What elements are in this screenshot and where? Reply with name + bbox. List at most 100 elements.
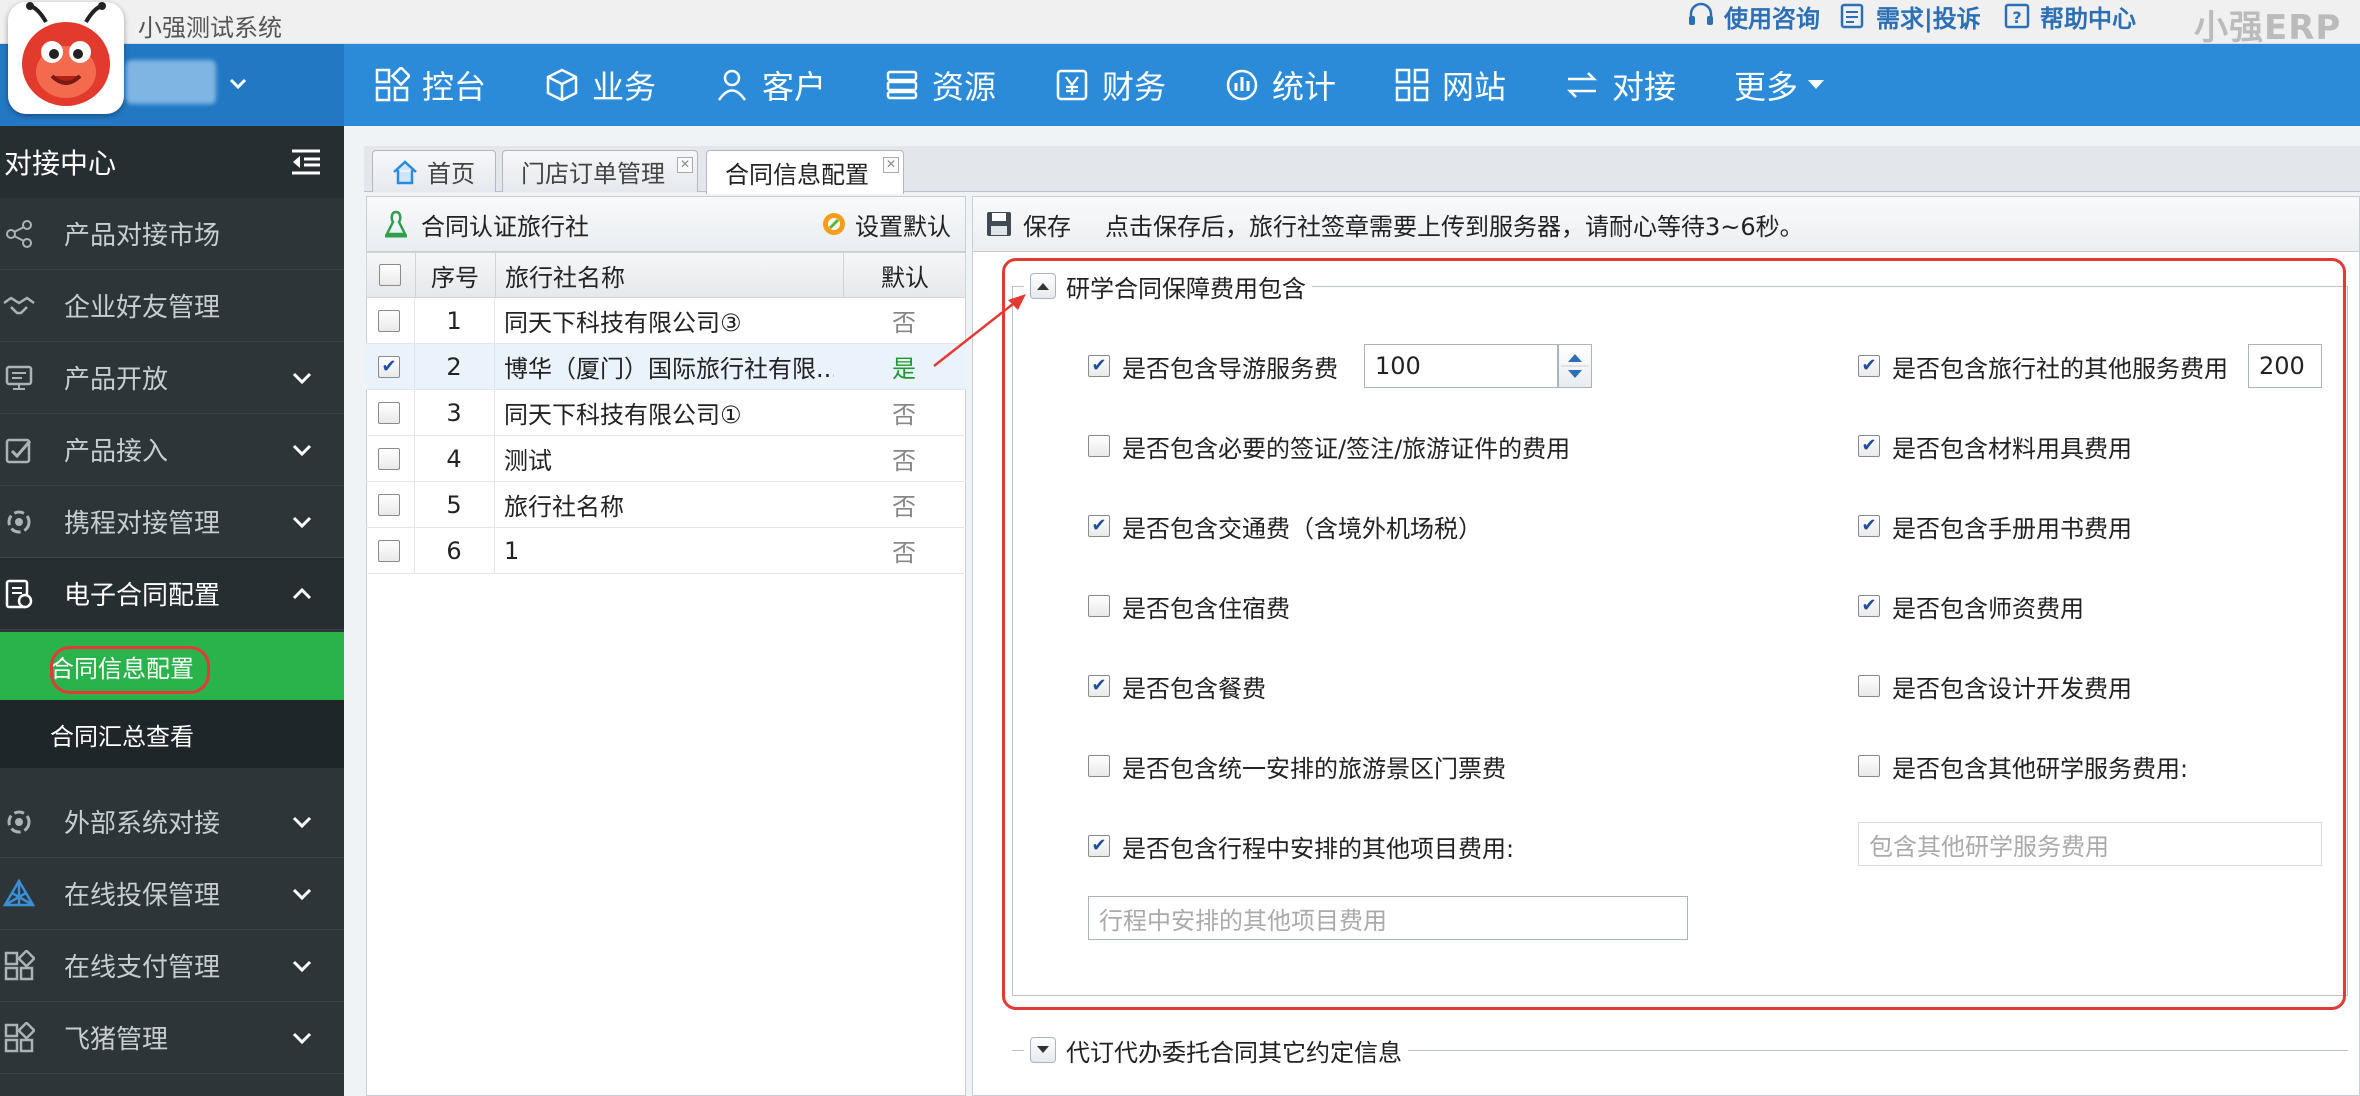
- option-ticket-fee[interactable]: 是否包含统一安排的旅游景区门票费: [1088, 748, 1506, 784]
- sidebar-item-label: 企业好友管理: [64, 293, 221, 323]
- row-no: 2: [446, 352, 462, 381]
- table-row[interactable]: 5 旅行社名称 否: [366, 482, 966, 528]
- column-header-no[interactable]: 序号: [415, 253, 495, 297]
- user-avatar-name[interactable]: [126, 60, 216, 104]
- option-other-study-fee[interactable]: 是否包含其他研学服务费用:: [1858, 748, 2188, 784]
- checkbox[interactable]: [1858, 755, 1880, 777]
- option-handbook-fee[interactable]: ✔ 是否包含手册用书费用: [1858, 508, 2132, 544]
- checkbox[interactable]: [1088, 595, 1110, 617]
- checkbox[interactable]: ✔: [1858, 515, 1880, 537]
- nav-statistics[interactable]: 统计: [1224, 44, 1336, 126]
- row-no: 3: [446, 398, 462, 427]
- chevron-down-icon[interactable]: [226, 72, 250, 96]
- option-teacher-fee[interactable]: ✔ 是否包含师资费用: [1858, 588, 2084, 624]
- other-items-fee-input[interactable]: 行程中安排的其他项目费用: [1088, 896, 1688, 940]
- table-row[interactable]: 6 1 否: [366, 528, 966, 574]
- nav-finance[interactable]: 财务: [1054, 44, 1166, 126]
- checkbox[interactable]: ✔: [1858, 595, 1880, 617]
- table-row[interactable]: 3 同天下科技有限公司① 否: [366, 390, 966, 436]
- option-label: 是否包含行程中安排的其他项目费用:: [1122, 834, 1515, 863]
- sidebar-item-ctrip[interactable]: 携程对接管理: [0, 486, 344, 558]
- checkbox[interactable]: ✔: [1088, 515, 1110, 537]
- chevron-down-icon: [292, 816, 312, 829]
- nav-customer[interactable]: 客户: [714, 44, 826, 126]
- fee-inclusion-legend: 研学合同保障费用包含: [1024, 268, 1312, 304]
- row-checkbox[interactable]: ✔: [378, 355, 400, 378]
- nav-business[interactable]: 业务: [544, 44, 656, 126]
- option-design-fee[interactable]: 是否包含设计开发费用: [1858, 668, 2132, 704]
- table-row[interactable]: ✔ 2 博华（厦门）国际旅行社有限... 是: [366, 344, 966, 390]
- option-guide-fee[interactable]: ✔ 是否包含导游服务费: [1088, 348, 1338, 384]
- menu-collapse-icon[interactable]: [290, 148, 322, 176]
- checkbox[interactable]: ✔: [1858, 435, 1880, 457]
- tab-store-orders[interactable]: 门店订单管理 ✕: [502, 150, 698, 192]
- row-checkbox[interactable]: [378, 309, 400, 332]
- collapse-button[interactable]: [1030, 273, 1056, 299]
- tab-home[interactable]: 首页: [372, 150, 496, 192]
- option-other-items-fee[interactable]: ✔ 是否包含行程中安排的其他项目费用:: [1088, 828, 1514, 864]
- option-agency-service-fee[interactable]: ✔ 是否包含旅行社的其他服务费用: [1858, 348, 2228, 384]
- guide-fee-stepper[interactable]: [1558, 344, 1592, 388]
- sidebar-item-payment[interactable]: 在线支付管理: [0, 930, 344, 1002]
- row-checkbox[interactable]: [378, 493, 400, 516]
- sidebar-item-product-open[interactable]: 产品开放: [0, 342, 344, 414]
- option-transport-fee[interactable]: ✔ 是否包含交通费（含境外机场税）: [1088, 508, 1482, 544]
- help-link[interactable]: ? 帮助中心: [2002, 0, 2136, 33]
- guide-fee-input[interactable]: 100: [1364, 344, 1558, 388]
- checkbox[interactable]: [379, 264, 401, 286]
- agency-fee-input[interactable]: 200: [2248, 344, 2322, 388]
- sidebar-item-e-contract[interactable]: 电子合同配置: [0, 558, 344, 630]
- save-button[interactable]: 保存: [985, 207, 1071, 242]
- section-title: 代订代办委托合同其它约定信息: [1066, 1038, 1402, 1067]
- option-materials-fee[interactable]: ✔ 是否包含材料用具费用: [1858, 428, 2132, 464]
- sidebar-item-insurance[interactable]: 在线投保管理: [0, 858, 344, 930]
- option-meal-fee[interactable]: ✔ 是否包含餐费: [1088, 668, 1266, 704]
- consult-link[interactable]: 使用咨询: [1686, 0, 1820, 33]
- checkbox[interactable]: [1088, 755, 1110, 777]
- checkbox[interactable]: ✔: [1088, 835, 1110, 857]
- sidebar-item-fliggy[interactable]: 飞猪管理: [0, 1002, 344, 1074]
- row-checkbox[interactable]: [378, 401, 400, 424]
- select-all-checkbox[interactable]: [379, 253, 409, 297]
- stack-icon: [884, 67, 920, 103]
- nav-resources[interactable]: 资源: [884, 44, 996, 126]
- checkbox[interactable]: ✔: [1088, 355, 1110, 377]
- brand-logo: 小强ERP: [2194, 8, 2342, 48]
- settings-icon: [2, 805, 36, 839]
- option-label: 是否包含住宿费: [1122, 594, 1290, 623]
- option-lodging-fee[interactable]: 是否包含住宿费: [1088, 588, 1290, 624]
- table-row[interactable]: 1 同天下科技有限公司③ 否: [366, 298, 966, 344]
- expand-button[interactable]: [1030, 1037, 1056, 1063]
- checkbox[interactable]: ✔: [1858, 355, 1880, 377]
- option-label: 是否包含统一安排的旅游景区门票费: [1122, 754, 1506, 783]
- fee-inclusion-section: [1012, 286, 2348, 996]
- close-icon[interactable]: ✕: [677, 157, 693, 173]
- row-checkbox[interactable]: [378, 447, 400, 470]
- close-icon[interactable]: ✕: [883, 157, 899, 173]
- nav-website[interactable]: 网站: [1394, 44, 1506, 126]
- stepper-arrows-icon[interactable]: [1559, 345, 1591, 387]
- feedback-link[interactable]: 需求|投诉: [1838, 0, 1981, 33]
- sidebar-item-partner[interactable]: 企业好友管理: [0, 270, 344, 342]
- table-row[interactable]: 4 测试 否: [366, 436, 966, 482]
- row-checkbox[interactable]: [378, 539, 400, 562]
- checkbox[interactable]: ✔: [1088, 675, 1110, 697]
- column-header-name[interactable]: 旅行社名称: [505, 253, 805, 297]
- sidebar-subitem-contract-summary[interactable]: 合同汇总查看: [0, 700, 344, 768]
- table-header: 序号 旅行社名称 默认: [366, 252, 966, 298]
- sidebar-item-product-access[interactable]: 产品接入: [0, 414, 344, 486]
- checkbox[interactable]: [1858, 675, 1880, 697]
- sidebar-item-external[interactable]: 外部系统对接: [0, 786, 344, 858]
- row-no: 5: [446, 490, 462, 519]
- other-study-fee-input[interactable]: 包含其他研学服务费用: [1858, 822, 2322, 866]
- nav-integration[interactable]: 对接: [1564, 44, 1676, 126]
- option-visa-fee[interactable]: 是否包含必要的签证/签注/旅游证件的费用: [1088, 428, 1570, 464]
- sidebar-item-product-market[interactable]: 产品对接市场: [0, 198, 344, 270]
- sidebar-subitem-contract-config[interactable]: 合同信息配置: [0, 632, 344, 700]
- nav-dashboard[interactable]: 控台: [374, 44, 486, 126]
- tab-contract-config[interactable]: 合同信息配置 ✕: [706, 150, 904, 194]
- checkbox[interactable]: [1088, 435, 1110, 457]
- nav-more[interactable]: 更多: [1734, 44, 1826, 126]
- set-default-button[interactable]: 设置默认: [821, 207, 951, 242]
- tab-label: 首页: [427, 160, 475, 188]
